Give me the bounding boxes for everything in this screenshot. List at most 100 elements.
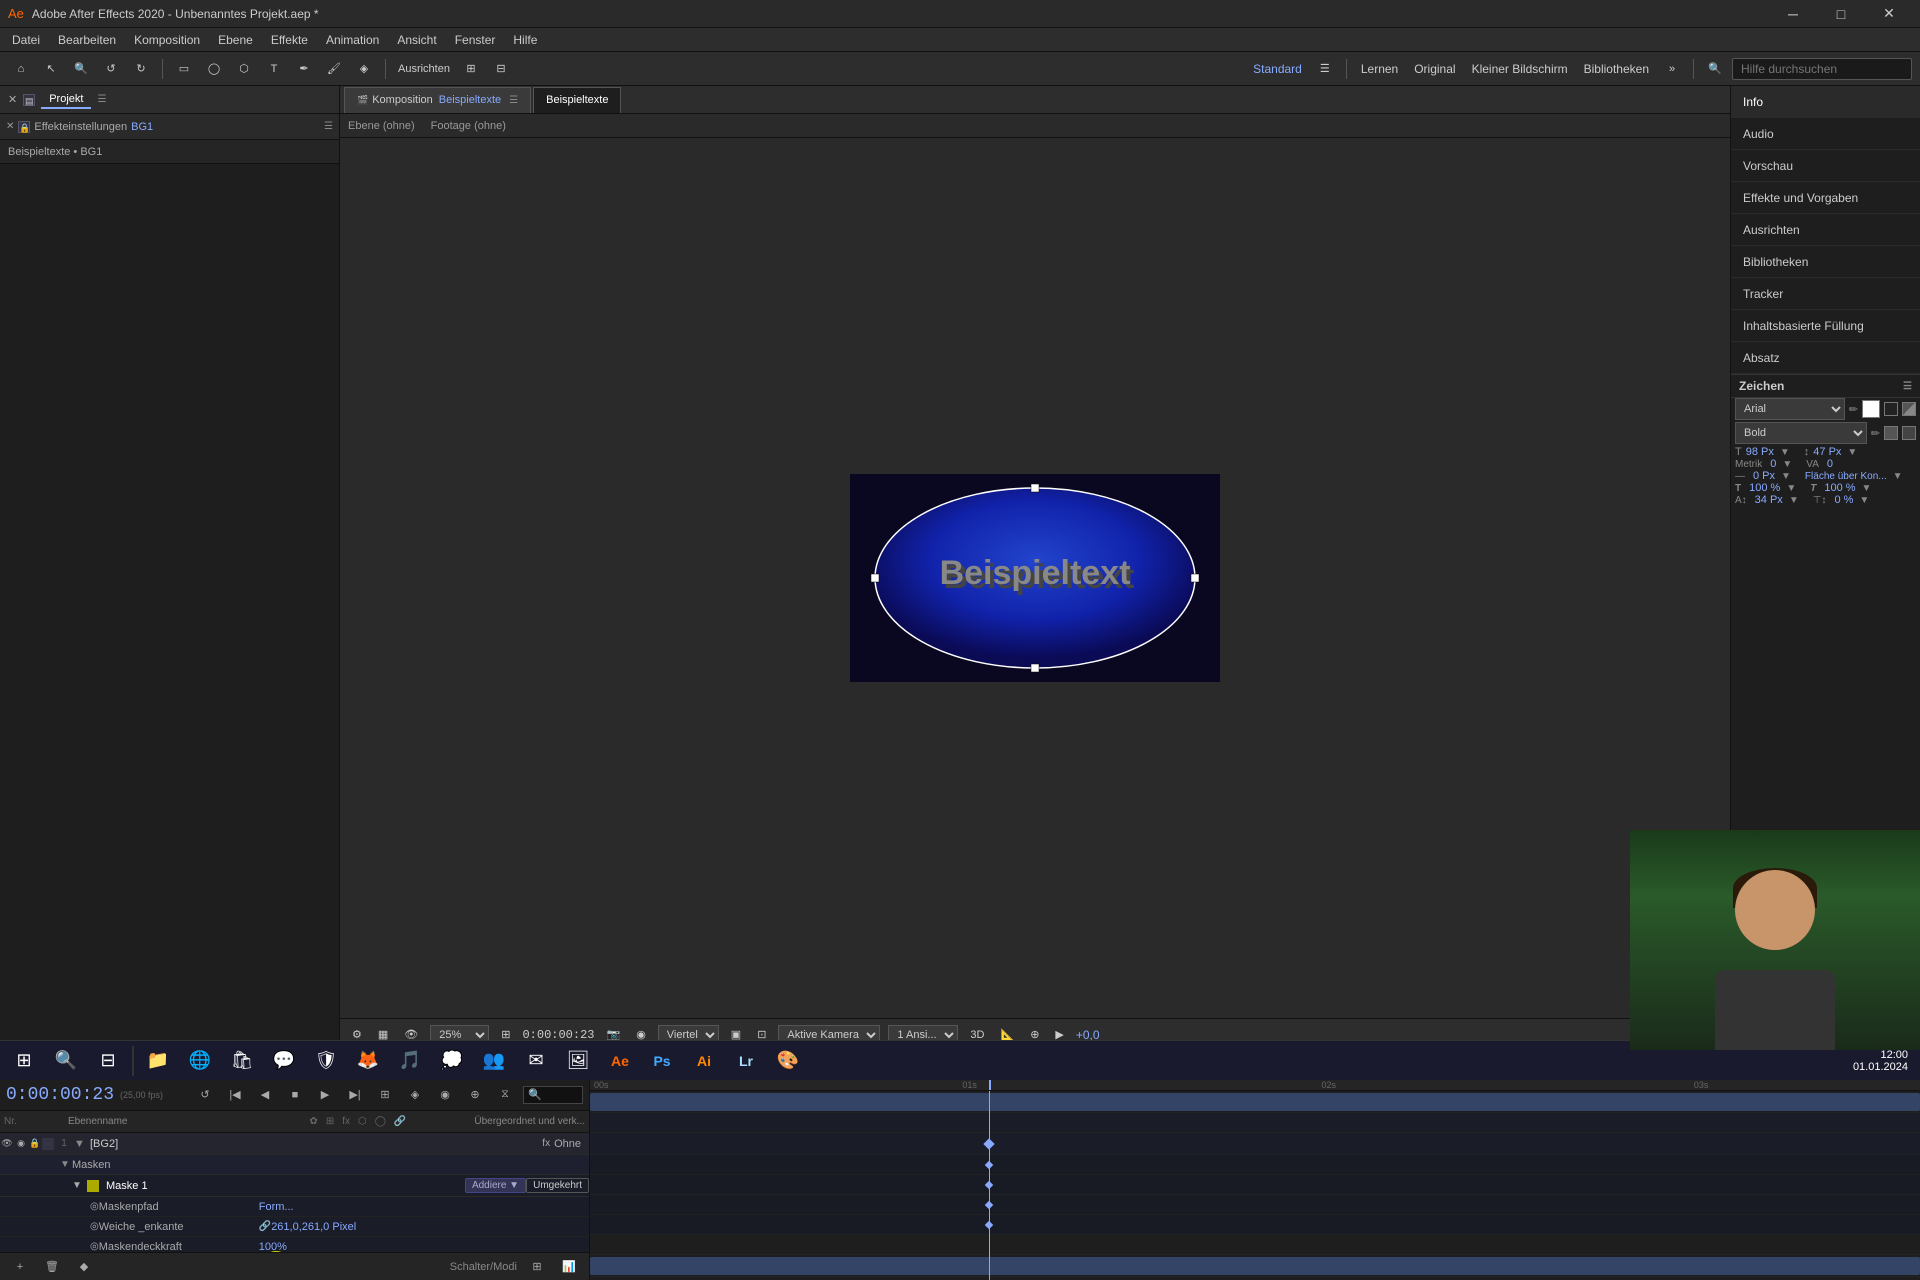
close-button[interactable]: ✕ xyxy=(1866,0,1912,28)
close-effect-icon[interactable]: ✕ xyxy=(6,121,14,132)
font-family-select[interactable]: Arial xyxy=(1735,398,1845,420)
ellipse-tool[interactable]: ◯ xyxy=(201,56,227,82)
taskbar-messenger-btn[interactable]: 💭 xyxy=(432,1043,472,1079)
comp-menu-icon[interactable]: ☰ xyxy=(509,95,518,106)
layer-tool4[interactable]: ⊕ xyxy=(463,1084,487,1106)
layer1-fx[interactable]: fx xyxy=(542,1138,550,1149)
layer-tool2[interactable]: ◈ xyxy=(403,1084,427,1106)
vis1[interactable]: 👁 xyxy=(0,1138,14,1149)
rotate-left-tool[interactable]: ↺ xyxy=(98,56,124,82)
taskbar-social-btn[interactable]: 👥 xyxy=(474,1043,514,1079)
right-panel-absatz[interactable]: Absatz xyxy=(1731,342,1920,374)
loop-btn[interactable]: ↺ xyxy=(193,1084,217,1106)
taskbar-store-btn[interactable]: 🛍 xyxy=(222,1043,262,1079)
delete-layer-btn[interactable]: 🗑 xyxy=(40,1256,64,1278)
prev-frame-btn[interactable]: |◀ xyxy=(223,1084,247,1106)
font-size-value[interactable]: 98 Px xyxy=(1746,446,1774,458)
scale-v-value[interactable]: 100 % xyxy=(1824,482,1855,494)
brush-tool[interactable]: 🖌 xyxy=(321,56,347,82)
layer-row-1[interactable]: 👁 ◉ 🔒 1 ▼ [BG2] fx Ohne xyxy=(0,1133,589,1155)
taskbar-firefox-btn[interactable]: 🦊 xyxy=(348,1043,388,1079)
line-height-value[interactable]: 47 Px xyxy=(1813,446,1841,458)
kleiner-label[interactable]: Kleiner Bildschirm xyxy=(1466,60,1574,78)
col-icon5[interactable]: ◯ xyxy=(375,1116,386,1127)
font-style-select[interactable]: BoldRegularItalic xyxy=(1735,422,1867,444)
taskbar-whatsapp-btn[interactable]: 💬 xyxy=(264,1043,304,1079)
menu-effekte[interactable]: Effekte xyxy=(263,31,316,49)
font-extra-swatch2[interactable] xyxy=(1902,426,1916,440)
taskbar-ai-btn[interactable]: Ai xyxy=(684,1043,724,1079)
expand1[interactable]: ▼ xyxy=(74,1138,86,1150)
taskbar-browser-btn[interactable]: 🌐 xyxy=(180,1043,220,1079)
align-left[interactable]: ⊞ xyxy=(458,56,484,82)
text-tool[interactable]: T xyxy=(261,56,287,82)
va-value[interactable]: 0 xyxy=(1827,458,1833,470)
font-stroke-swatch[interactable] xyxy=(1884,402,1898,416)
next-frame-btn[interactable]: ▶| xyxy=(343,1084,367,1106)
effect-layer-label[interactable]: BG1 xyxy=(131,121,153,133)
maximize-button[interactable]: □ xyxy=(1818,0,1864,28)
taskbar-media-btn[interactable]: 🎵 xyxy=(390,1043,430,1079)
col-icon6[interactable]: 🔗 xyxy=(394,1116,406,1127)
right-panel-info[interactable]: Info xyxy=(1731,86,1920,118)
layer-tool3[interactable]: ◉ xyxy=(433,1084,457,1106)
select-tool[interactable]: ↖ xyxy=(38,56,64,82)
metrik-value[interactable]: 0 xyxy=(1770,458,1776,470)
col-icon1[interactable]: ✿ xyxy=(309,1116,317,1127)
menu-fenster[interactable]: Fenster xyxy=(447,31,504,49)
keyframe-btn[interactable]: ◆ xyxy=(72,1256,96,1278)
taskbar-search-btn[interactable]: 🔍 xyxy=(46,1043,86,1079)
masken-expand[interactable]: ▼ xyxy=(60,1159,72,1170)
stroke-value[interactable]: 0 Px xyxy=(1753,470,1775,482)
right-panel-bibliotheken[interactable]: Bibliotheken xyxy=(1731,246,1920,278)
taskbar-ps-btn[interactable]: Ps xyxy=(642,1043,682,1079)
taskbar-taskview-btn[interactable]: ⊟ xyxy=(88,1043,128,1079)
stop-btn[interactable]: ■ xyxy=(283,1084,307,1106)
solo1[interactable]: ◉ xyxy=(14,1138,28,1149)
pen-tool[interactable]: ✒ xyxy=(291,56,317,82)
home-tool[interactable]: ⌂ xyxy=(8,56,34,82)
taskbar-extra-btn[interactable]: 🎨 xyxy=(768,1043,808,1079)
original-label[interactable]: Original xyxy=(1408,60,1461,78)
font-pencil-icon[interactable]: ✏ xyxy=(1849,403,1858,416)
align-right[interactable]: ⊟ xyxy=(488,56,514,82)
right-panel-vorschau[interactable]: Vorschau xyxy=(1731,150,1920,182)
bibliotheken-label[interactable]: Bibliotheken xyxy=(1578,60,1655,78)
maske1-expand[interactable]: ▼ xyxy=(72,1180,84,1191)
tsun-value[interactable]: 0 % xyxy=(1834,494,1853,506)
add-layer-btn[interactable]: + xyxy=(8,1256,32,1278)
maskenpfad-value[interactable]: Form... xyxy=(259,1201,294,1213)
umgekehrt-btn[interactable]: Umgekehrt xyxy=(526,1178,589,1193)
menu-animation[interactable]: Animation xyxy=(318,31,387,49)
taskbar-files-btn[interactable]: 📁 xyxy=(138,1043,178,1079)
rotate-right-tool[interactable]: ↻ xyxy=(128,56,154,82)
right-panel-tracker[interactable]: Tracker xyxy=(1731,278,1920,310)
right-panel-audio[interactable]: Audio xyxy=(1731,118,1920,150)
col-icon2[interactable]: ⊞ xyxy=(326,1116,334,1127)
menu-datei[interactable]: Datei xyxy=(4,31,48,49)
menu-ebene[interactable]: Ebene xyxy=(210,31,261,49)
play-btn[interactable]: ▶ xyxy=(313,1084,337,1106)
search-icon[interactable]: 🔍 xyxy=(1702,56,1728,82)
comp-viewport[interactable]: Beispieltext Beispieltext xyxy=(340,138,1730,1018)
layer-tool5[interactable]: ⧖ xyxy=(493,1084,517,1106)
font-color-swatch[interactable] xyxy=(1862,400,1880,418)
taskbar-photos-btn[interactable]: 🖼 xyxy=(558,1043,598,1079)
maske1-row[interactable]: ▼ Maske 1 Addiere ▼ Umgekehrt xyxy=(0,1175,589,1197)
right-panel-effekte[interactable]: Effekte und Vorgaben xyxy=(1731,182,1920,214)
font-extra-swatch1[interactable] xyxy=(1884,426,1898,440)
workspace-menu[interactable]: ☰ xyxy=(1312,56,1338,82)
taskbar-lr-btn[interactable]: Lr xyxy=(726,1043,766,1079)
minimize-button[interactable]: ─ xyxy=(1770,0,1816,28)
right-panel-ausrichten[interactable]: Ausrichten xyxy=(1731,214,1920,246)
menu-bearbeiten[interactable]: Bearbeiten xyxy=(50,31,124,49)
layer-tool1[interactable]: ⊞ xyxy=(373,1084,397,1106)
lock1[interactable]: 🔒 xyxy=(28,1138,42,1149)
project-tab[interactable]: Projekt xyxy=(41,91,91,109)
effect-menu-icon[interactable]: ☰ xyxy=(324,121,333,132)
zoom-tool[interactable]: 🔍 xyxy=(68,56,94,82)
help-search-input[interactable] xyxy=(1732,58,1912,80)
addiere-btn[interactable]: Addiere ▼ xyxy=(465,1178,526,1193)
font-style-pencil-icon[interactable]: ✏ xyxy=(1871,427,1880,440)
right-panel-inhaltsbasierte[interactable]: Inhaltsbasierte Füllung xyxy=(1731,310,1920,342)
